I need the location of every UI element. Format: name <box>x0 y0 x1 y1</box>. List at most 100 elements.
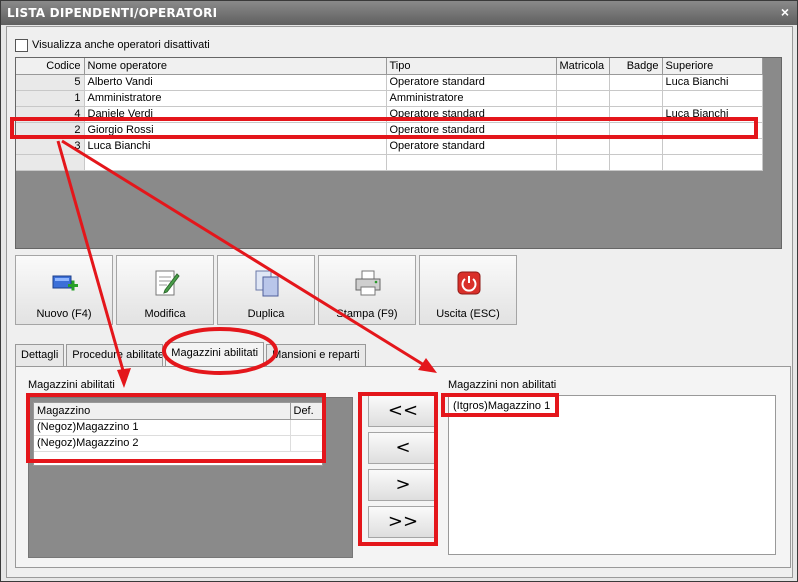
new-button-label: Nuovo (F4) <box>36 308 92 320</box>
add-user-icon <box>52 275 78 291</box>
cell-matricola <box>556 106 610 123</box>
client-area: Visualizza anche operatori disattivati C… <box>6 26 793 578</box>
cell-badge <box>609 90 663 107</box>
action-toolbar: Nuovo (F4) Modifica Duplica Stampa (F9) … <box>15 255 520 325</box>
edit-button[interactable]: Modifica <box>116 255 214 325</box>
enable-one-button[interactable]: < <box>368 432 438 464</box>
edit-button-label: Modifica <box>144 308 186 320</box>
cell-nome <box>84 154 387 171</box>
cell-codice: 2 <box>16 122 85 139</box>
cell-tipo: Operatore standard <box>386 122 557 139</box>
cell-superiore: Luca Bianchi <box>662 106 763 123</box>
duplicate-icon <box>255 270 279 297</box>
cell-matricola <box>556 90 610 107</box>
cell-nome: Giorgio Rossi <box>84 122 387 139</box>
disabled-warehouses-list[interactable]: (Itgros)Magazzino 1 <box>448 395 776 555</box>
tab-mansioni-reparti[interactable]: Mansioni e reparti <box>266 344 366 366</box>
cell-badge <box>609 138 663 155</box>
cell-superiore <box>662 90 763 107</box>
col-codice[interactable]: Codice <box>16 58 85 75</box>
tab-magazzini-abilitati[interactable]: Magazzini abilitati <box>165 342 265 366</box>
cell-badge <box>609 106 663 123</box>
print-button-label: Stampa (F9) <box>336 308 398 320</box>
col-badge[interactable]: Badge <box>609 58 663 75</box>
disable-all-button[interactable]: >> <box>368 506 438 538</box>
cell-matricola <box>556 122 610 139</box>
print-button[interactable]: Stampa (F9) <box>318 255 416 325</box>
tab-dettagli[interactable]: Dettagli <box>15 344 65 366</box>
cell-tipo: Operatore standard <box>386 74 557 91</box>
enabled-warehouses-list[interactable]: Magazzino Def. (Negoz)Magazzino 1 (Negoz… <box>33 402 325 466</box>
power-icon <box>457 271 481 295</box>
cell-codice: 5 <box>16 74 85 91</box>
printer-icon <box>355 270 381 296</box>
cell-tipo <box>386 154 557 171</box>
cell-badge <box>609 74 663 91</box>
exit-button-label: Uscita (ESC) <box>436 308 500 320</box>
cell-tipo: Amministratore <box>386 90 557 107</box>
warehouse-name: (Negoz)Magazzino 1 <box>34 419 291 436</box>
grid-header-row: Codice Nome operatore Tipo Matricola Bad… <box>16 58 763 75</box>
cell-badge <box>609 122 663 139</box>
table-row-empty[interactable] <box>16 154 763 171</box>
cell-nome: Daniele Verdi <box>84 106 387 123</box>
col-nome[interactable]: Nome operatore <box>84 58 387 75</box>
disable-one-button[interactable]: > <box>368 469 438 501</box>
enable-all-button[interactable]: << <box>368 395 438 427</box>
col-superiore[interactable]: Superiore <box>662 58 763 75</box>
table-row[interactable]: 4 Daniele Verdi Operatore standard Luca … <box>16 106 763 123</box>
show-disabled-label: Visualizza anche operatori disattivati <box>32 39 210 51</box>
cell-nome: Alberto Vandi <box>84 74 387 91</box>
table-row-selected[interactable]: 2 Giorgio Rossi Operatore standard <box>16 122 763 139</box>
close-icon[interactable]: × <box>781 4 789 20</box>
cell-superiore <box>662 154 763 171</box>
show-disabled-row[interactable]: Visualizza anche operatori disattivati <box>15 37 210 53</box>
cell-superiore <box>662 138 763 155</box>
main-window: LISTA DIPENDENTI/OPERATORI × Visualizza … <box>0 0 798 582</box>
cell-superiore: Luca Bianchi <box>662 74 763 91</box>
enabled-list-header: Magazzino Def. <box>34 403 325 420</box>
cell-codice <box>16 154 85 171</box>
enabled-warehouses-label: Magazzini abilitati <box>28 379 115 391</box>
duplicate-button[interactable]: Duplica <box>217 255 315 325</box>
cell-tipo: Operatore standard <box>386 138 557 155</box>
col-def[interactable]: Def. <box>290 403 325 420</box>
warehouse-default[interactable] <box>290 435 325 452</box>
cell-codice: 3 <box>16 138 85 155</box>
warehouse-name: (Negoz)Magazzino 2 <box>34 435 291 452</box>
table-row[interactable]: 3 Luca Bianchi Operatore standard <box>16 138 763 155</box>
exit-button[interactable]: Uscita (ESC) <box>419 255 517 325</box>
warehouse-default[interactable] <box>290 419 325 436</box>
table-row[interactable]: 5 Alberto Vandi Operatore standard Luca … <box>16 74 763 91</box>
cell-matricola <box>556 138 610 155</box>
new-button[interactable]: Nuovo (F4) <box>15 255 113 325</box>
list-item[interactable]: (Itgros)Magazzino 1 <box>453 400 550 412</box>
cell-matricola <box>556 154 610 171</box>
tab-page-magazzini: Magazzini abilitati Magazzino Def. (Nego… <box>15 366 791 568</box>
list-item[interactable]: (Negoz)Magazzino 2 <box>34 435 325 452</box>
operators-grid[interactable]: Codice Nome operatore Tipo Matricola Bad… <box>15 57 782 249</box>
tab-strip: Dettagli Procedure abilitate Magazzini a… <box>15 342 368 366</box>
cell-superiore <box>662 122 763 139</box>
show-disabled-checkbox[interactable] <box>15 38 28 52</box>
cell-tipo: Operatore standard <box>386 106 557 123</box>
cell-codice: 1 <box>16 90 85 107</box>
enabled-warehouses-panel: Magazzino Def. (Negoz)Magazzino 1 (Negoz… <box>28 397 353 558</box>
col-magazzino[interactable]: Magazzino <box>34 403 291 420</box>
duplicate-button-label: Duplica <box>247 308 285 320</box>
cell-codice: 4 <box>16 106 85 123</box>
table-row[interactable]: 1 Amministratore Amministratore <box>16 90 763 107</box>
cell-matricola <box>556 74 610 91</box>
disabled-warehouses-label: Magazzini non abilitati <box>448 379 557 391</box>
title-bar[interactable]: LISTA DIPENDENTI/OPERATORI × <box>1 1 797 25</box>
list-item[interactable]: (Negoz)Magazzino 1 <box>34 419 325 436</box>
tab-procedure-abilitate[interactable]: Procedure abilitate <box>66 344 164 366</box>
col-tipo[interactable]: Tipo <box>386 58 557 75</box>
move-buttons: << < > >> <box>368 395 442 543</box>
edit-document-icon <box>155 270 180 296</box>
cell-badge <box>609 154 663 171</box>
col-matricola[interactable]: Matricola <box>556 58 610 75</box>
cell-nome: Luca Bianchi <box>84 138 387 155</box>
window-title: LISTA DIPENDENTI/OPERATORI <box>7 6 218 20</box>
cell-nome: Amministratore <box>84 90 387 107</box>
